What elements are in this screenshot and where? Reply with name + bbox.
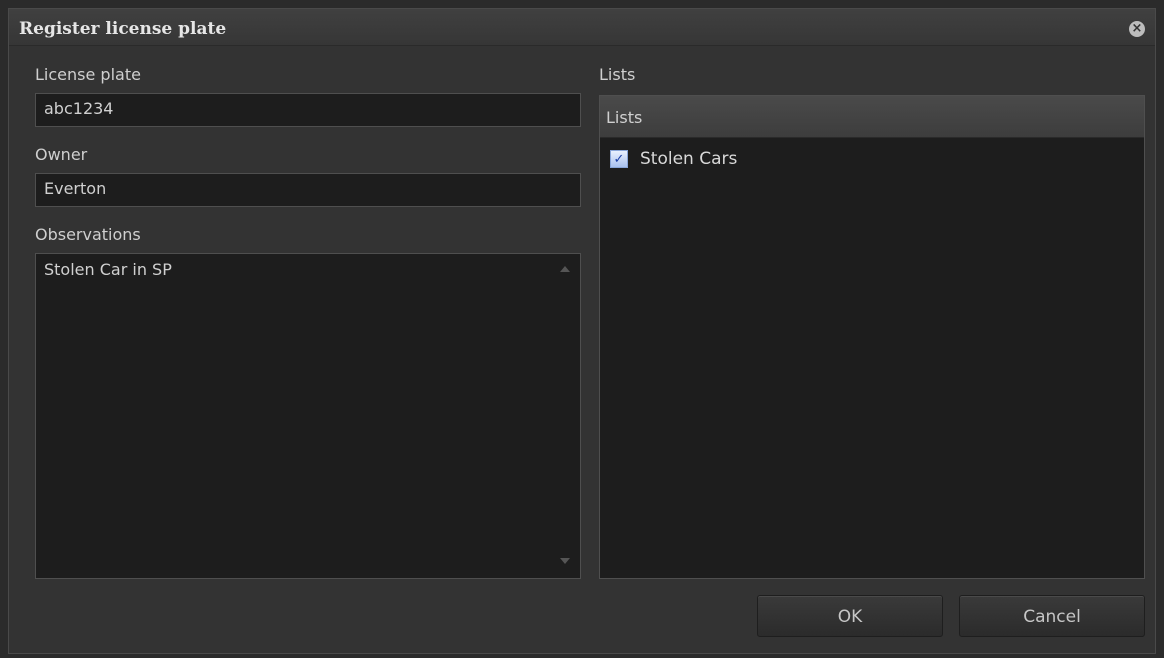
register-license-plate-dialog: Register license plate × License plate a… [8, 8, 1156, 654]
list-item-label: Stolen Cars [640, 149, 738, 169]
lists-header-label: Lists [606, 108, 643, 127]
checkmark-icon: ✓ [613, 151, 625, 167]
ok-button[interactable]: OK [757, 595, 943, 637]
cancel-button[interactable]: Cancel [959, 595, 1145, 637]
owner-label: Owner [35, 145, 88, 164]
observations-textarea[interactable]: Stolen Car in SP [35, 253, 581, 579]
license-plate-input[interactable]: abc1234 [35, 93, 581, 127]
dialog-title: Register license plate [19, 19, 227, 39]
lists-column-header[interactable]: Lists [600, 96, 1144, 138]
list-item-stolen-cars[interactable]: ✓ Stolen Cars [610, 146, 737, 172]
observations-label: Observations [35, 225, 141, 244]
scroll-down-icon[interactable] [560, 558, 570, 564]
close-icon[interactable]: × [1129, 21, 1145, 37]
dialog-titlebar: Register license plate × [9, 9, 1155, 46]
owner-value: Everton [44, 179, 107, 198]
checkbox-stolen-cars[interactable]: ✓ [610, 150, 628, 168]
license-plate-value: abc1234 [44, 99, 114, 118]
lists-label: Lists [599, 65, 636, 84]
observations-value: Stolen Car in SP [44, 260, 172, 279]
owner-input[interactable]: Everton [35, 173, 581, 207]
license-plate-label: License plate [35, 65, 141, 84]
scroll-up-icon[interactable] [560, 266, 570, 272]
lists-panel: Lists ✓ Stolen Cars [599, 95, 1145, 579]
